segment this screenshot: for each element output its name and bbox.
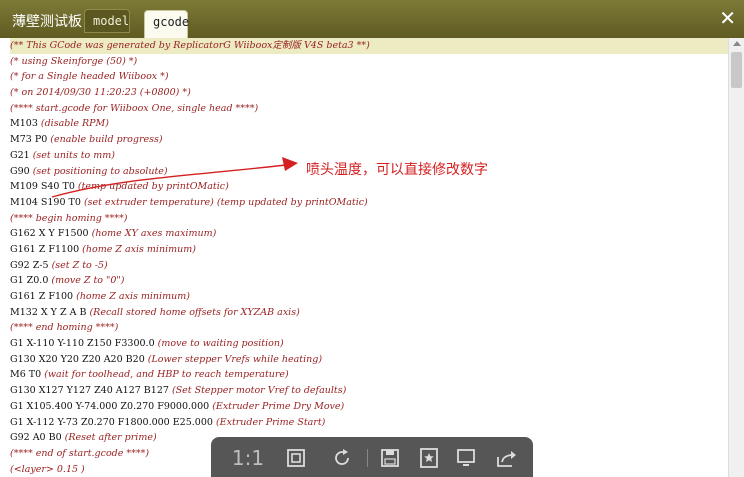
close-icon[interactable]: ✕	[719, 8, 736, 28]
gcode-comment: (move to waiting position)	[157, 338, 284, 350]
gcode-comment: (Extruder Prime Dry Move)	[212, 400, 345, 412]
gcode-comment: (Extruder Prime Start)	[215, 416, 326, 428]
gcode-command: G162 X Y F1500	[10, 228, 92, 240]
title-bar: 薄壁测试板 model gcode ✕	[0, 0, 744, 38]
gcode-comment: (home Z axis minimum)	[82, 243, 196, 255]
gcode-comment: (wait for toolhead, and HBP to reach tem…	[44, 369, 289, 381]
gcode-command: M73 P0	[10, 134, 51, 146]
gcode-comment: (disable RPM)	[40, 118, 109, 130]
gcode-command: G130 X127 Y127 Z40 A127 B127	[10, 385, 172, 397]
scroll-up-icon[interactable]	[733, 41, 741, 46]
gcode-command: M104 S190 T0	[10, 196, 84, 208]
gcode-viewer[interactable]: (** This GCode was generated by Replicat…	[0, 38, 728, 477]
gcode-comment: (**** start.gcode for Wiiboox One, singl…	[10, 102, 259, 114]
tab-model[interactable]: model	[84, 9, 130, 33]
gcode-line: M109 S40 T0 (temp updated by printOMatic…	[10, 179, 728, 195]
gcode-comment: (* for a Single headed Wiiboox *)	[10, 71, 169, 83]
gcode-line: G92 Z-5 (set Z to -5)	[10, 258, 728, 274]
gcode-command: G92 A0 B0	[10, 432, 65, 444]
gcode-line: (**** begin homing ****)	[10, 211, 728, 227]
image-toolbar: 1:1	[211, 437, 533, 477]
gcode-line: M103 (disable RPM)	[10, 116, 728, 132]
gcode-line: G1 X105.400 Y-74.000 Z0.270 F9000.000 (E…	[10, 399, 728, 415]
gcode-line: G1 X-110 Y-110 Z150 F3300.0 (move to wai…	[10, 336, 728, 352]
rotate-icon[interactable]	[329, 445, 355, 471]
tab-gcode[interactable]: gcode	[144, 10, 189, 38]
gcode-comment: (Recall stored home offsets for XYZAB ax…	[89, 306, 300, 318]
gcode-line: G161 Z F100 (home Z axis minimum)	[10, 289, 728, 305]
gcode-comment: (set positioning to absolute)	[32, 165, 168, 177]
gcode-command: G1 Z0.0	[10, 275, 52, 287]
one-to-one-button[interactable]: 1:1	[232, 445, 264, 471]
screen-icon[interactable]	[453, 445, 479, 471]
gcode-line: (** This GCode was generated by Replicat…	[10, 38, 728, 54]
gcode-comment: (**** end homing ****)	[10, 322, 119, 334]
gcode-comment: (Lower stepper Vrefs while heating)	[147, 353, 323, 365]
gcode-line: G1 X-112 Y-73 Z0.270 F1800.000 E25.000 (…	[10, 415, 728, 431]
gcode-command: G90	[10, 165, 33, 177]
gcode-line: (* for a Single headed Wiiboox *)	[10, 69, 728, 85]
gcode-line: (* on 2014/09/30 11:20:23 (+0800) *)	[10, 85, 728, 101]
gcode-comment: (** This GCode was generated by Replicat…	[10, 40, 370, 51]
window-title: 薄壁测试板	[12, 14, 82, 30]
gcode-command: G1 X-112 Y-73 Z0.270 F1800.000 E25.000	[10, 416, 216, 428]
fit-screen-icon[interactable]	[283, 445, 309, 471]
gcode-command: G1 X105.400 Y-74.000 Z0.270 F9000.000	[10, 400, 213, 412]
gcode-command: G161 Z F100	[10, 291, 77, 302]
scroll-thumb[interactable]	[731, 52, 742, 88]
gcode-command: M132 X Y Z A B	[10, 306, 90, 318]
gcode-line: M132 X Y Z A B (Recall stored home offse…	[10, 305, 728, 321]
gcode-command: M103	[10, 118, 41, 130]
gcode-line: M6 T0 (wait for toolhead, and HBP to rea…	[10, 367, 728, 383]
gcode-comment: (<layer> 0.15 )	[10, 463, 85, 475]
vertical-scrollbar[interactable]	[728, 38, 744, 477]
gcode-comment: (enable build progress)	[50, 134, 163, 146]
gcode-line: (**** start.gcode for Wiiboox One, singl…	[10, 101, 728, 117]
gcode-comment: (set Z to -5)	[51, 259, 108, 271]
gcode-command: G92 Z-5	[10, 259, 52, 271]
gcode-line: M73 P0 (enable build progress)	[10, 132, 728, 148]
gcode-comment: (set units to mm)	[32, 149, 116, 161]
annotation-text: 喷头温度，可以直接修改数字	[306, 162, 488, 178]
gcode-comment: (* using Skeinforge (50) *)	[10, 55, 138, 67]
gcode-command: M109 S40 T0	[10, 181, 78, 193]
gcode-comment: (Reset after prime)	[64, 432, 157, 444]
gcode-comment: (* on 2014/09/30 11:20:23 (+0800) *)	[10, 87, 191, 99]
gcode-line: G161 Z F1100 (home Z axis minimum)	[10, 242, 728, 258]
gcode-line: G162 X Y F1500 (home XY axes maximum)	[10, 226, 728, 242]
gcode-command: M6 T0	[10, 369, 45, 381]
gcode-command: G130 X20 Y20 Z20 A20 B20	[10, 353, 148, 365]
gcode-comment: (set extruder temperature) (temp updated…	[83, 196, 368, 208]
gcode-command: G1 X-110 Y-110 Z150 F3300.0	[10, 338, 158, 350]
save-icon[interactable]	[377, 445, 403, 471]
gcode-comment: (home XY axes maximum)	[91, 228, 217, 240]
gcode-comment: (home Z axis minimum)	[76, 291, 190, 302]
gcode-line: M104 S190 T0 (set extruder temperature) …	[10, 195, 728, 211]
gcode-comment: (temp updated by printOMatic)	[77, 181, 229, 193]
gcode-line: (* using Skeinforge (50) *)	[10, 54, 728, 70]
gcode-line: G1 Z0.0 (move Z to "0")	[10, 273, 728, 289]
gcode-command: G21	[10, 149, 33, 161]
bookmark-icon[interactable]	[416, 445, 442, 471]
gcode-command: G161 Z F1100	[10, 243, 83, 255]
share-icon[interactable]	[493, 445, 519, 471]
toolbar-divider	[367, 449, 368, 467]
gcode-comment: (Set Stepper motor Vref to defaults)	[171, 385, 347, 397]
gcode-line: G130 X127 Y127 Z40 A127 B127 (Set Steppe…	[10, 383, 728, 399]
gcode-comment: (**** end of start.gcode ****)	[10, 447, 150, 459]
gcode-text: (** This GCode was generated by Replicat…	[0, 38, 728, 477]
gcode-comment: (**** begin homing ****)	[10, 212, 128, 224]
gcode-line: (**** end homing ****)	[10, 320, 728, 336]
gcode-comment: (move Z to "0")	[51, 275, 125, 287]
gcode-line: G130 X20 Y20 Z20 A20 B20 (Lower stepper …	[10, 352, 728, 368]
